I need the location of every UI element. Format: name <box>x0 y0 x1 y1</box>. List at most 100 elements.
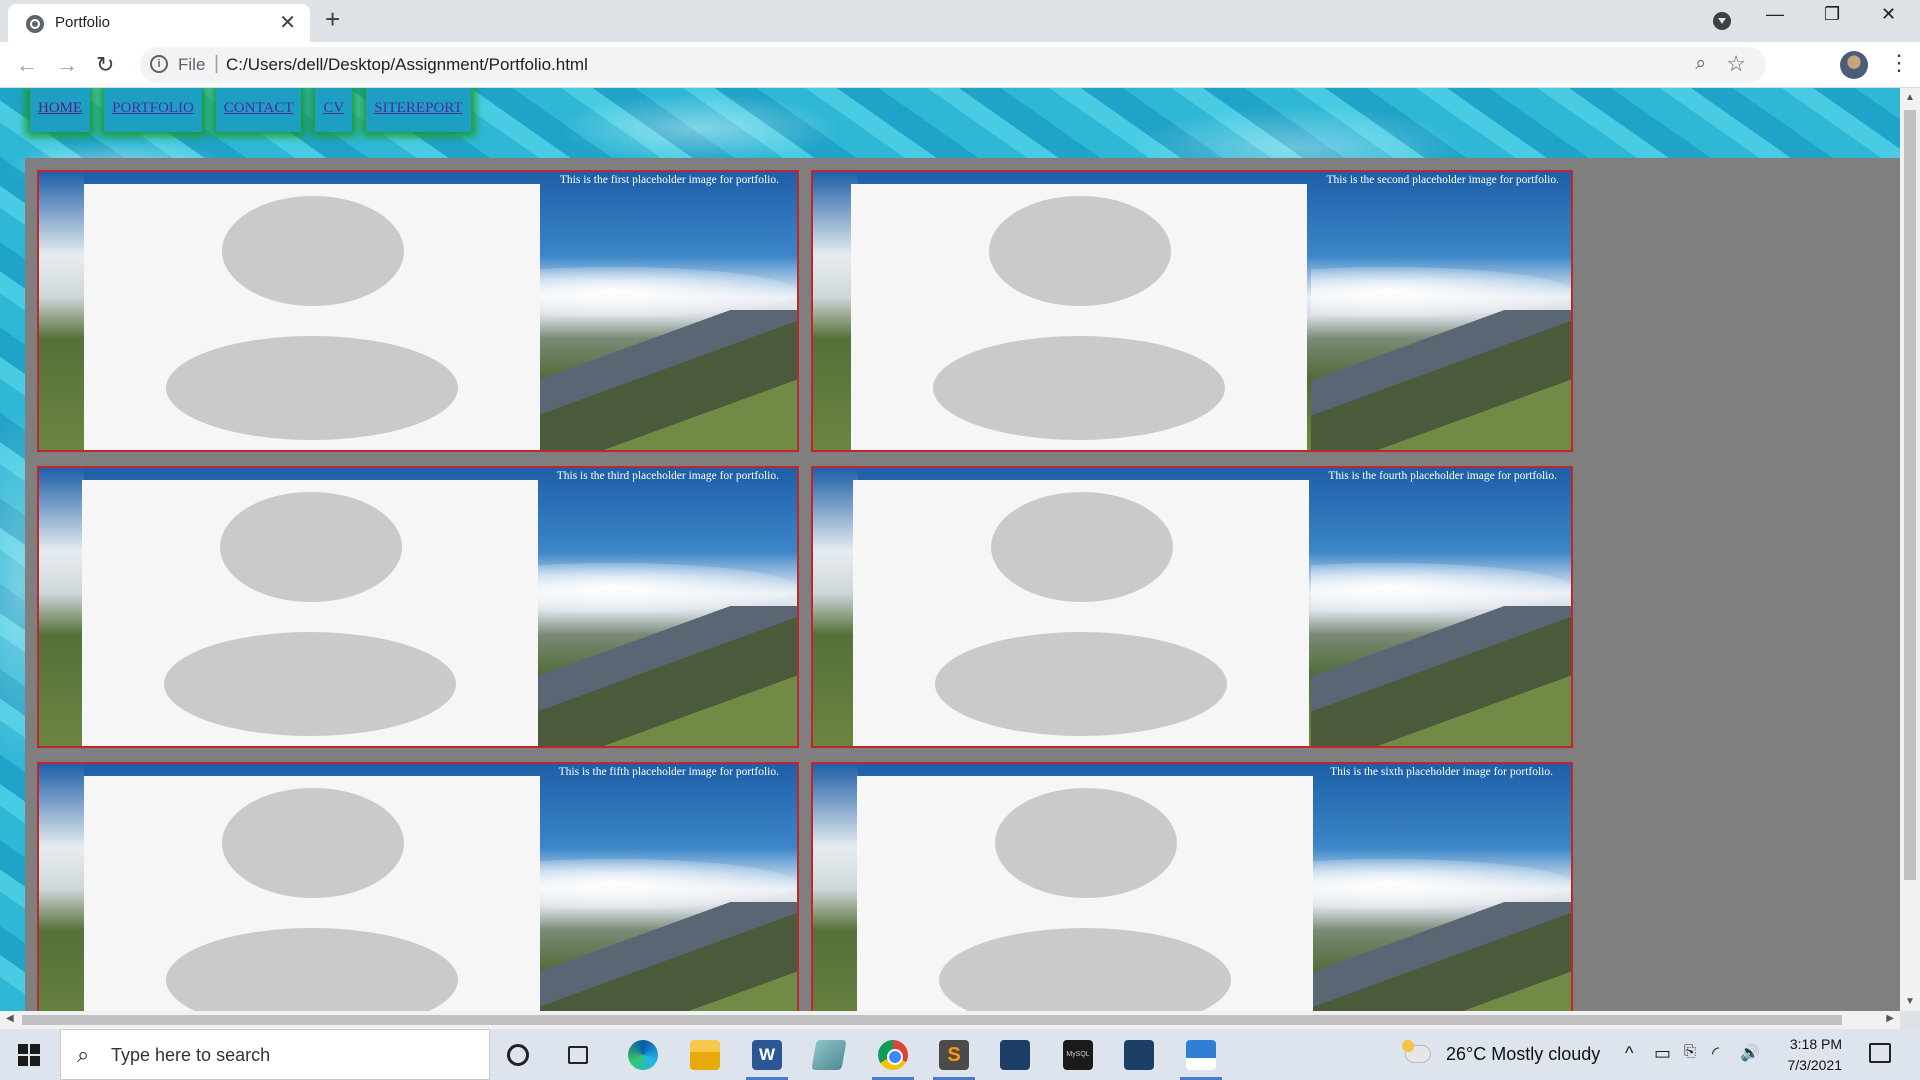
photos-icon[interactable] <box>1180 1040 1222 1080</box>
nav-portfolio-link[interactable]: PORTFOLIO <box>104 88 202 132</box>
bookmark-star-icon[interactable]: ☆ <box>1726 51 1746 77</box>
portfolio-card-2: This is the second placeholder image for… <box>811 170 1573 452</box>
card-caption: This is the sixth placeholder image for … <box>1330 766 1553 778</box>
browser-toolbar: ← → ↻ i File | C:/Users/dell/Desktop/Ass… <box>0 42 1920 88</box>
tab-search-icon[interactable] <box>1713 12 1731 30</box>
placeholder-image <box>84 184 540 450</box>
portfolio-card-1: This is the first placeholder image for … <box>37 170 799 452</box>
back-arrow-icon[interactable]: ← <box>16 52 38 78</box>
placeholder-image <box>851 184 1307 450</box>
mountain-decoration <box>1311 310 1571 450</box>
mountain-decoration <box>1311 606 1571 746</box>
avatar-body-shape <box>935 632 1227 736</box>
avatar-head-shape <box>989 196 1171 306</box>
scroll-left-icon[interactable]: ◀ <box>6 1013 14 1024</box>
cloudy-weather-icon[interactable] <box>1402 1040 1431 1063</box>
system-clock[interactable]: 3:18 PM 7/3/2021 <box>1782 1034 1843 1076</box>
search-placeholder: Type here to search <box>111 1045 271 1065</box>
profile-avatar[interactable] <box>1840 51 1868 79</box>
mountain-decoration <box>537 902 797 1011</box>
nav-sitereport-link[interactable]: SITEREPORT <box>366 88 471 132</box>
volume-icon[interactable]: 🔊 <box>1740 1043 1760 1063</box>
zoom-icon[interactable]: ⌕ <box>1695 53 1706 75</box>
forward-arrow-icon[interactable]: → <box>56 52 78 78</box>
scroll-down-icon[interactable]: ▼ <box>1905 996 1915 1007</box>
nav-home-link[interactable]: HOME <box>30 88 91 132</box>
background-landscape <box>39 468 84 746</box>
browser-tab-bar: Portfolio ✕ + — ❐ ✕ <box>0 0 1920 42</box>
portfolio-card-5: This is the fifth placeholder image for … <box>37 762 799 1011</box>
placeholder-image <box>82 480 538 746</box>
placeholder-image <box>853 480 1309 746</box>
avatar-body-shape <box>939 928 1231 1011</box>
new-tab-button[interactable]: + <box>325 4 340 35</box>
chrome-icon[interactable] <box>872 1040 914 1080</box>
clock-time: 3:18 PM <box>1789 1036 1842 1052</box>
card-caption: This is the first placeholder image for … <box>559 174 779 186</box>
vertical-scrollbar[interactable]: ▲ ▼ <box>1900 88 1920 1011</box>
mountain-decoration <box>537 310 797 450</box>
task-view-icon[interactable] <box>568 1046 588 1064</box>
windows-taskbar: ⌕ Type here to search W S MySQL 26°C Mos… <box>0 1029 1920 1080</box>
avatar-body-shape <box>933 336 1225 440</box>
taskbar-search-box[interactable]: ⌕ Type here to search <box>60 1029 490 1080</box>
maximize-button[interactable]: ❐ <box>1824 4 1840 25</box>
placeholder-image <box>857 776 1313 1011</box>
tab-portfolio[interactable]: Portfolio ✕ <box>8 4 310 42</box>
tray-chevron-icon[interactable]: ^ <box>1625 1043 1633 1064</box>
meet-now-icon[interactable]: ⎘ <box>1684 1043 1696 1060</box>
address-bar[interactable]: i File | C:/Users/dell/Desktop/Assignmen… <box>140 47 1766 83</box>
horizontal-scrollbar[interactable]: ◀ ▶ <box>0 1011 1900 1029</box>
close-window-button[interactable]: ✕ <box>1881 4 1896 25</box>
avatar-head-shape <box>995 788 1177 898</box>
background-landscape <box>39 172 84 450</box>
battery-icon[interactable]: ▭ <box>1654 1043 1671 1064</box>
nav-contact-link[interactable]: CONTACT <box>215 88 302 132</box>
card-caption: This is the second placeholder image for… <box>1326 174 1560 186</box>
avatar-body-shape <box>164 632 456 736</box>
tab-close-icon[interactable]: ✕ <box>279 10 296 35</box>
reload-icon[interactable]: ↻ <box>96 52 114 78</box>
sublime-text-icon[interactable]: S <box>933 1040 975 1080</box>
wifi-icon[interactable]: ◜ <box>1712 1043 1719 1064</box>
avatar-head-shape <box>991 492 1173 602</box>
avatar-body-shape <box>166 336 458 440</box>
browser-menu-icon[interactable]: ⋮ <box>1888 50 1910 76</box>
avatar-head-shape <box>220 492 402 602</box>
avatar-head-shape <box>222 788 404 898</box>
notification-center-icon[interactable] <box>1869 1043 1891 1063</box>
url-scheme: File <box>178 55 206 74</box>
sticky-notes-icon[interactable] <box>811 1040 847 1070</box>
site-nav: HOME PORTFOLIO CONTACT CV SITEREPORT <box>30 88 471 132</box>
horizontal-scroll-thumb[interactable] <box>22 1015 1842 1025</box>
workbench-icon[interactable] <box>1124 1040 1154 1070</box>
url-text[interactable]: C:/Users/dell/Desktop/Assignment/Portfol… <box>226 55 588 75</box>
card-caption: This is the third placeholder image for … <box>556 470 779 482</box>
cortana-icon[interactable] <box>507 1044 529 1066</box>
placeholder-image <box>84 776 540 1011</box>
portfolio-card-3: This is the third placeholder image for … <box>37 466 799 748</box>
card-caption: This is the fourth placeholder image for… <box>1328 470 1557 482</box>
site-info-icon[interactable]: i <box>150 55 168 73</box>
windows-start-icon[interactable] <box>18 1044 40 1066</box>
mysql-shell-icon[interactable]: MySQL <box>1063 1040 1093 1070</box>
scroll-up-icon[interactable]: ▲ <box>1905 92 1915 103</box>
avatar-body-shape <box>166 928 458 1011</box>
clock-date: 7/3/2021 <box>1787 1057 1843 1073</box>
avatar-head-shape <box>222 196 404 306</box>
url-separator: | <box>214 53 219 74</box>
globe-icon <box>26 15 44 33</box>
mountain-decoration <box>1311 902 1571 1011</box>
edge-icon[interactable] <box>628 1040 658 1070</box>
mysql-workbench-icon[interactable] <box>1000 1040 1030 1070</box>
file-explorer-icon[interactable] <box>690 1040 720 1070</box>
portfolio-grid: This is the first placeholder image for … <box>25 158 1900 1011</box>
nav-cv-link[interactable]: CV <box>315 88 353 132</box>
scroll-right-icon[interactable]: ▶ <box>1886 1013 1894 1024</box>
portfolio-card-6: This is the sixth placeholder image for … <box>811 762 1573 1011</box>
minimize-button[interactable]: — <box>1766 4 1784 25</box>
background-landscape <box>39 764 84 1011</box>
vertical-scroll-thumb[interactable] <box>1904 110 1916 880</box>
weather-text[interactable]: 26°C Mostly cloudy <box>1446 1044 1600 1065</box>
word-icon[interactable]: W <box>746 1040 788 1080</box>
